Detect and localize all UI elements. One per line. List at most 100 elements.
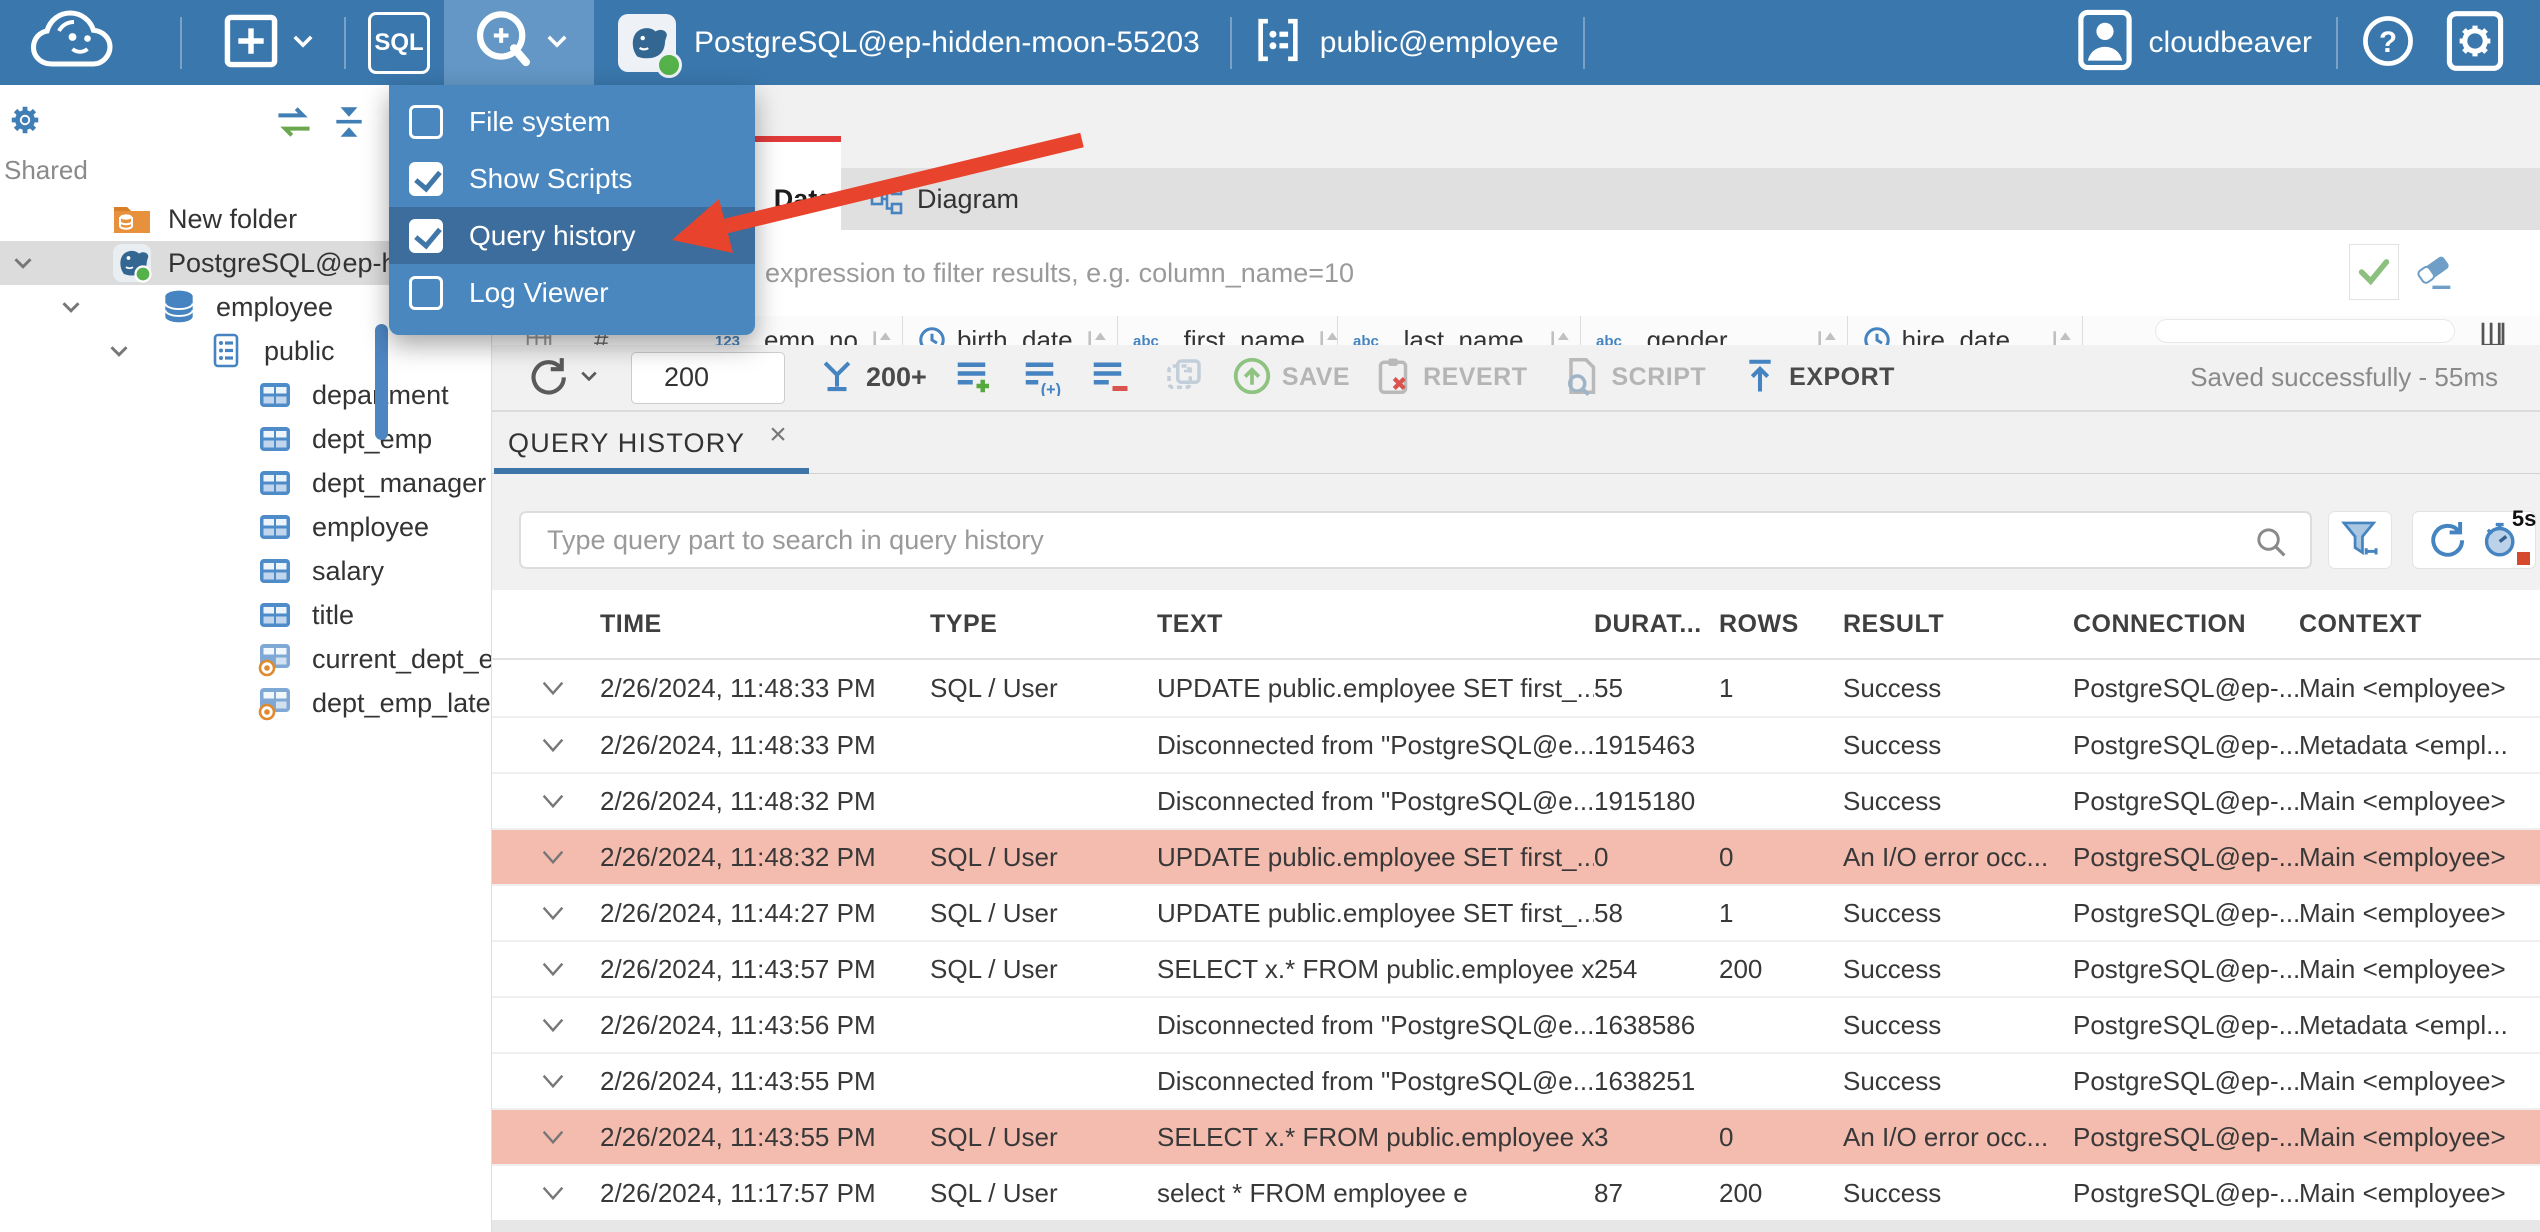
column-header-text[interactable]: TEXT bbox=[1157, 610, 1594, 639]
expand-row-icon[interactable] bbox=[537, 1121, 600, 1153]
checkbox[interactable] bbox=[409, 161, 443, 196]
column-header-context[interactable]: CONTEXT bbox=[2299, 610, 2540, 639]
sql-editor-button[interactable]: SQL bbox=[368, 11, 430, 74]
expand-row-icon[interactable] bbox=[537, 1065, 600, 1097]
apply-filter-button[interactable] bbox=[2349, 244, 2399, 300]
history-refresh-button[interactable] bbox=[2426, 518, 2468, 563]
query-history-row[interactable]: 2/26/2024, 11:48:33 PM SQL / User UPDATE… bbox=[492, 660, 2540, 716]
column-header-rows[interactable]: ROWS bbox=[1719, 610, 1843, 639]
topbar-divider bbox=[344, 16, 346, 69]
horizontal-scrollbar-track[interactable] bbox=[492, 1220, 2540, 1232]
menu-item[interactable]: Log Viewer bbox=[389, 264, 755, 321]
tree-item[interactable]: department bbox=[0, 373, 491, 417]
expand-row-icon[interactable] bbox=[537, 841, 600, 873]
close-tab-button[interactable]: × bbox=[769, 420, 787, 450]
expand-row-icon[interactable] bbox=[537, 729, 600, 761]
sort-icon[interactable] bbox=[1813, 327, 1839, 345]
grid-scrollbar-thumb[interactable] bbox=[2155, 319, 2455, 343]
query-history-row[interactable]: 2/26/2024, 11:43:56 PM Disconnected from… bbox=[492, 996, 2540, 1052]
new-connection-button[interactable] bbox=[222, 12, 314, 73]
column-header-type[interactable]: TYPE bbox=[930, 610, 1157, 639]
sync-connection-button[interactable] bbox=[274, 105, 314, 142]
menu-item[interactable]: Show Scripts bbox=[389, 150, 755, 207]
menu-item[interactable]: File system bbox=[389, 93, 755, 150]
active-connection[interactable]: PostgreSQL@ep-hidden-moon-55203 bbox=[618, 13, 1200, 78]
columns-menu-icon[interactable] bbox=[2478, 320, 2508, 345]
revert-button[interactable]: REVERT bbox=[1373, 356, 1527, 399]
query-history-row[interactable]: 2/26/2024, 11:17:57 PM SQL / User select… bbox=[492, 1164, 2540, 1220]
query-history-row[interactable]: 2/26/2024, 11:43:55 PM SQL / User SELECT… bbox=[492, 1108, 2540, 1164]
query-history-row[interactable]: 2/26/2024, 11:43:57 PM SQL / User SELECT… bbox=[492, 940, 2540, 996]
tree-item[interactable]: current_dept_emp bbox=[0, 637, 491, 681]
fetch-more-button[interactable]: 200+ bbox=[818, 357, 927, 398]
auto-refresh-timer-button[interactable]: 5s bbox=[2480, 506, 2536, 565]
menu-item[interactable]: Query history bbox=[389, 207, 755, 264]
checkbox[interactable] bbox=[409, 104, 443, 139]
topbar-divider bbox=[2336, 16, 2338, 69]
delete-row-button[interactable] bbox=[1090, 356, 1130, 399]
duplicate-row-button[interactable]: (+) bbox=[1022, 356, 1062, 399]
expand-row-icon[interactable] bbox=[537, 1009, 600, 1041]
tree-item[interactable]: employee bbox=[0, 505, 491, 549]
settings-button[interactable] bbox=[2446, 10, 2504, 75]
column-header-connection[interactable]: CONNECTION bbox=[2073, 610, 2299, 639]
column-header-duration[interactable]: DURAT... bbox=[1594, 610, 1719, 639]
tree-item[interactable]: title bbox=[0, 593, 491, 637]
column-header-time[interactable]: TIME bbox=[600, 610, 930, 639]
expand-row-icon[interactable] bbox=[537, 785, 600, 817]
tree-scrollbar-thumb[interactable] bbox=[375, 324, 388, 440]
column-header-result[interactable]: RESULT bbox=[1843, 610, 2073, 639]
tools-menu-button[interactable] bbox=[444, 0, 594, 85]
checkbox[interactable] bbox=[409, 218, 443, 253]
checkbox[interactable] bbox=[409, 275, 443, 310]
grid-column-header[interactable]: abc gender bbox=[1581, 316, 1848, 345]
script-button[interactable]: SCRIPT bbox=[1561, 356, 1706, 399]
grid-column-header[interactable]: abc last_name bbox=[1338, 316, 1581, 345]
sort-icon[interactable] bbox=[1546, 327, 1572, 345]
cell-connection: PostgreSQL@ep-... bbox=[2073, 1177, 2299, 1208]
query-history-row[interactable]: 2/26/2024, 11:48:32 PM Disconnected from… bbox=[492, 772, 2540, 828]
grid-column-header[interactable]: hire_date bbox=[1848, 316, 2083, 345]
query-history-tab[interactable]: QUERY HISTORY × bbox=[494, 412, 809, 474]
clear-filter-button[interactable] bbox=[2409, 248, 2461, 298]
grid-column-header[interactable]: birth_date bbox=[903, 316, 1118, 345]
sort-icon[interactable] bbox=[1083, 327, 1109, 345]
query-history-row[interactable]: 2/26/2024, 11:48:33 PM Disconnected from… bbox=[492, 716, 2540, 772]
object-view-tab[interactable]: Diagram bbox=[841, 168, 1047, 230]
save-button[interactable]: SAVE bbox=[1232, 356, 1350, 399]
sidebar-settings-button[interactable] bbox=[8, 103, 42, 140]
chevron-down-icon[interactable] bbox=[56, 292, 98, 322]
expand-row-icon[interactable] bbox=[537, 897, 600, 929]
help-button[interactable]: ? bbox=[2360, 13, 2416, 72]
tree-item[interactable]: dept_manager bbox=[0, 461, 491, 505]
chevron-down-icon[interactable] bbox=[104, 336, 146, 366]
row-limit-input[interactable] bbox=[631, 351, 785, 404]
object-view-tab[interactable]: Data bbox=[753, 168, 841, 230]
export-button[interactable]: EXPORT bbox=[1741, 357, 1895, 398]
expand-row-icon[interactable] bbox=[537, 953, 600, 985]
collapse-all-button[interactable] bbox=[330, 105, 368, 142]
query-history-row[interactable]: 2/26/2024, 11:44:27 PM SQL / User UPDATE… bbox=[492, 884, 2540, 940]
tree-item[interactable]: public bbox=[0, 329, 491, 373]
auto-refresh-link-button[interactable] bbox=[1164, 356, 1204, 399]
sort-icon[interactable] bbox=[2048, 327, 2074, 345]
cloudbeaver-logo[interactable] bbox=[24, 7, 134, 78]
filter-expression-input[interactable] bbox=[755, 243, 2339, 303]
grid-column-header[interactable]: abc first_name bbox=[1118, 316, 1338, 345]
schema-selector[interactable]: public@employee bbox=[1252, 14, 1559, 71]
history-filter-button[interactable] bbox=[2328, 511, 2392, 569]
user-menu[interactable]: cloudbeaver bbox=[2077, 9, 2312, 76]
add-row-button[interactable] bbox=[954, 356, 994, 399]
expand-row-icon[interactable] bbox=[537, 1177, 600, 1209]
tree-item[interactable]: dept_emp_latest_date bbox=[0, 681, 491, 725]
chevron-down-icon[interactable] bbox=[8, 248, 50, 278]
object-editor-tab[interactable] bbox=[753, 136, 841, 168]
refresh-button[interactable] bbox=[526, 354, 598, 401]
tree-item[interactable]: salary bbox=[0, 549, 491, 593]
sort-icon[interactable] bbox=[868, 327, 894, 345]
expand-row-icon[interactable] bbox=[537, 672, 600, 704]
query-history-search-input[interactable] bbox=[519, 511, 2312, 569]
query-history-row[interactable]: 2/26/2024, 11:48:32 PM SQL / User UPDATE… bbox=[492, 828, 2540, 884]
query-history-row[interactable]: 2/26/2024, 11:43:55 PM Disconnected from… bbox=[492, 1052, 2540, 1108]
tree-item[interactable]: dept_emp bbox=[0, 417, 491, 461]
